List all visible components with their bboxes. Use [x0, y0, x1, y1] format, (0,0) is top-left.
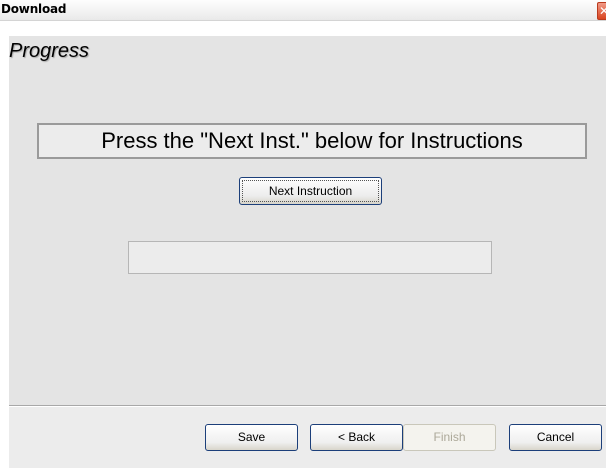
dialog-client-area: Progress Press the "Next Inst." below fo…: [9, 36, 606, 468]
next-instruction-label: Next Instruction: [242, 180, 379, 202]
finish-button[interactable]: Finish: [403, 424, 496, 451]
button-separator: [9, 405, 606, 407]
download-window: Download ✕ Progress Press the "Next Inst…: [0, 0, 606, 468]
close-icon: ✕: [599, 3, 606, 19]
window-title: Download: [1, 2, 67, 16]
title-bar[interactable]: Download ✕: [0, 0, 606, 21]
instruction-text: Press the "Next Inst." below for Instruc…: [37, 123, 587, 159]
back-button[interactable]: < Back: [310, 424, 403, 451]
progress-pane: Progress Press the "Next Inst." below fo…: [9, 36, 606, 405]
next-instruction-button[interactable]: Next Instruction: [239, 177, 382, 205]
cancel-button[interactable]: Cancel: [509, 424, 602, 451]
download-progress-bar: [128, 241, 492, 274]
close-button[interactable]: ✕: [597, 2, 606, 20]
page-title: Progress: [9, 40, 90, 62]
save-button[interactable]: Save: [205, 424, 298, 451]
